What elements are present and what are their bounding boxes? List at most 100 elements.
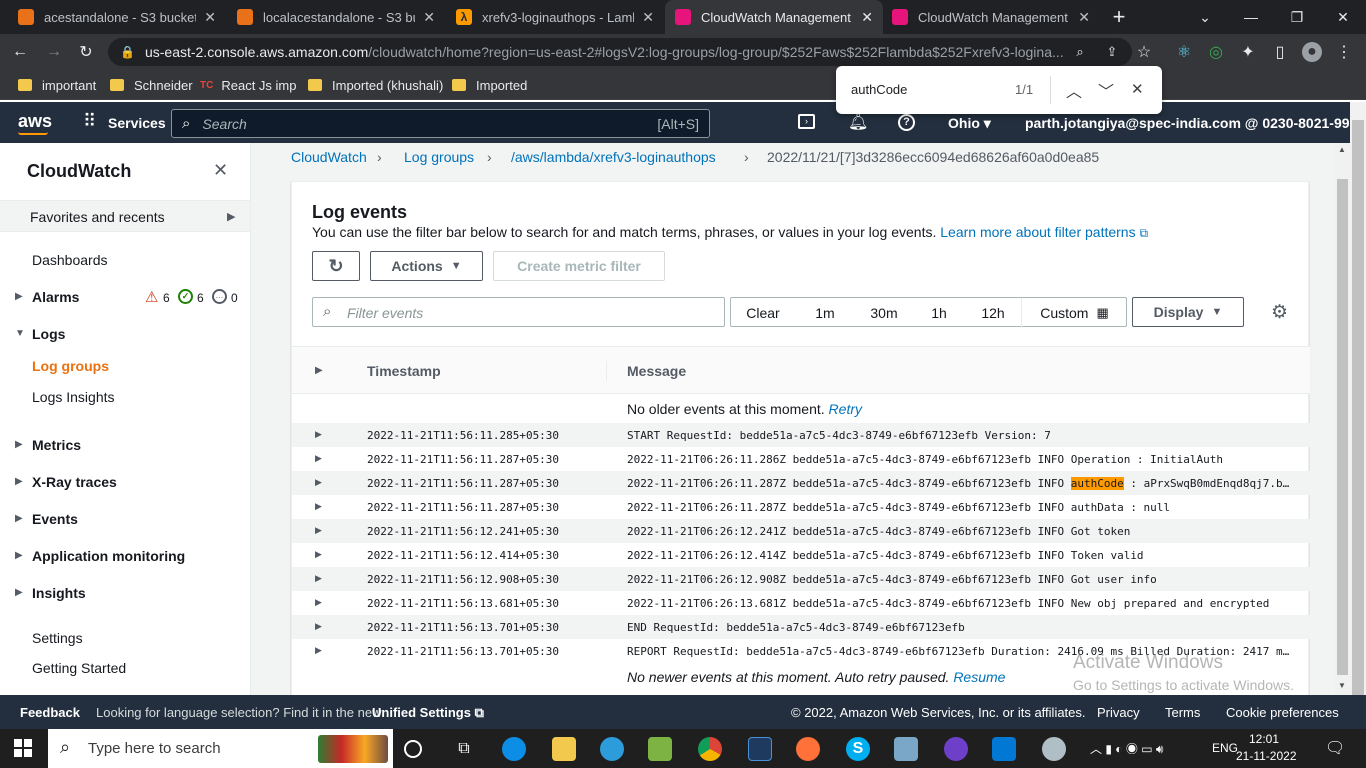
caret-right-icon[interactable]: ▶ — [15, 439, 23, 450]
skype-icon[interactable]: S — [846, 737, 870, 761]
expand-row-icon[interactable]: ▶ — [315, 597, 322, 608]
services-menu[interactable]: Services — [108, 115, 166, 131]
caret-right-icon[interactable]: ▶ — [15, 476, 23, 487]
page-scrollbar[interactable] — [1350, 102, 1366, 729]
tab-search-icon[interactable]: ⌄ — [1182, 0, 1228, 34]
task-view-icon[interactable]: ⧉ — [452, 737, 476, 761]
notifications-icon[interactable]: 🗨︎ — [1325, 738, 1345, 758]
sidebar-item-log-groups[interactable]: Log groups — [32, 358, 109, 374]
sidebar-item-alarms[interactable]: Alarms — [32, 289, 79, 305]
edge-icon[interactable] — [502, 737, 526, 761]
close-tab-icon[interactable]: ✕ — [204, 9, 216, 26]
extension-icon[interactable]: ◎ — [1206, 42, 1226, 62]
clock-date[interactable]: 21-11-2022 — [1236, 749, 1297, 763]
caret-right-icon[interactable]: ▶ — [15, 587, 23, 598]
sidebar-item-events[interactable]: Events — [32, 511, 78, 527]
sidebar-favorites[interactable]: Favorites and recents ▶ — [0, 200, 250, 232]
sidebar-item-settings[interactable]: Settings — [32, 630, 83, 646]
sidebar-item-logs-insights[interactable]: Logs Insights — [32, 389, 115, 405]
vscode-icon[interactable] — [992, 737, 1016, 761]
chrome-menu-icon[interactable]: ⋮ — [1334, 42, 1354, 62]
time-30m-button[interactable]: 30m — [855, 298, 913, 328]
actions-button[interactable]: Actions ▼ — [370, 251, 483, 281]
table-row[interactable]: ▶ 2022-11-21T11:56:12.414+05:30 2022-11-21… — [292, 543, 1310, 567]
breadcrumb-log-group[interactable]: /aws/lambda/xrefv3-loginauthops — [511, 149, 716, 165]
bookmark-folder[interactable]: Imported — [452, 76, 527, 94]
cloudshell-icon[interactable]: › — [798, 114, 815, 129]
expand-row-icon[interactable]: ▶ — [315, 453, 322, 464]
close-sidebar-icon[interactable]: ✕ — [213, 160, 228, 181]
browser-tab[interactable]: localacestandalone - S3 buck✕ — [227, 0, 445, 34]
expand-row-icon[interactable]: ▶ — [315, 573, 322, 584]
display-button[interactable]: Display ▼ — [1132, 297, 1244, 327]
expand-row-icon[interactable]: ▶ — [315, 477, 322, 488]
chrome-icon[interactable] — [698, 737, 722, 761]
github-desktop-icon[interactable] — [944, 737, 968, 761]
minimize-icon[interactable]: — — [1228, 0, 1274, 34]
expand-row-icon[interactable]: ▶ — [315, 429, 322, 440]
privacy-link[interactable]: Privacy — [1097, 705, 1140, 720]
breadcrumb-log-groups[interactable]: Log groups — [404, 149, 474, 165]
notepad-icon[interactable] — [648, 737, 672, 761]
aws-logo[interactable]: aws — [18, 111, 52, 132]
filter-events-input[interactable]: ⌕ Filter events — [312, 297, 725, 327]
table-row[interactable]: ▶ 2022-11-21T11:56:11.287+05:30 2022-11-21… — [292, 495, 1310, 519]
scroll-thumb[interactable] — [1352, 120, 1364, 710]
caret-right-icon[interactable]: ▶ — [15, 550, 23, 561]
cookie-preferences-link[interactable]: Cookie preferences — [1226, 705, 1339, 720]
expand-row-icon[interactable]: ▶ — [315, 525, 322, 536]
close-tab-icon[interactable]: ✕ — [423, 9, 435, 26]
bookmark-folder[interactable]: important — [18, 76, 96, 94]
region-selector[interactable]: Ohio ▾ — [948, 115, 991, 132]
create-metric-filter-button[interactable]: Create metric filter — [493, 251, 665, 281]
sidebar-item-xray[interactable]: X-Ray traces — [32, 474, 117, 490]
resume-link[interactable]: Resume — [953, 669, 1005, 685]
outlook-icon[interactable] — [600, 737, 624, 761]
table-row[interactable]: ▶ 2022-11-21T11:56:13.681+05:30 2022-11-21… — [292, 591, 1310, 615]
table-row[interactable]: ▶ 2022-11-21T11:56:11.287+05:30 2022-11-21… — [292, 471, 1310, 495]
restore-icon[interactable]: ❐ — [1274, 0, 1320, 34]
side-panel-icon[interactable]: ▯ — [1270, 42, 1290, 62]
file-explorer-icon[interactable] — [552, 737, 576, 761]
refresh-button[interactable]: ↻ — [312, 251, 360, 281]
system-tray[interactable]: ︿ ▮ ◐ ◉ ▭ 🔊︎ — [1090, 740, 1163, 757]
find-prev-icon[interactable]: ︿ — [1066, 78, 1082, 102]
back-icon[interactable]: ← — [10, 42, 30, 62]
time-clear-button[interactable]: Clear — [731, 298, 795, 328]
learn-more-link[interactable]: Learn more about filter patterns — [940, 224, 1135, 240]
column-header-message[interactable]: Message — [627, 363, 686, 379]
find-input[interactable]: authCode — [851, 82, 907, 97]
aws-search-input[interactable]: ⌕ Search [Alt+S] — [171, 109, 710, 138]
reload-icon[interactable]: ↻ — [76, 42, 96, 62]
zoom-icon[interactable]: ⌕ — [1070, 42, 1090, 62]
account-menu[interactable]: parth.jotangiya@spec-india.com @ 0230-80… — [1025, 115, 1366, 132]
bookmark-folder[interactable]: Schneider — [110, 76, 193, 94]
app-icon[interactable] — [748, 737, 772, 761]
window-close-icon[interactable]: ✕ — [1320, 0, 1366, 34]
bookmark-star-icon[interactable]: ☆ — [1134, 42, 1154, 62]
browser-tab-active[interactable]: CloudWatch Management Co✕ — [665, 0, 883, 34]
caret-right-icon[interactable]: ▶ — [15, 291, 23, 302]
expand-row-icon[interactable]: ▶ — [315, 549, 322, 560]
time-1m-button[interactable]: 1m — [795, 298, 855, 328]
close-tab-icon[interactable]: ✕ — [1078, 9, 1090, 26]
time-custom-button[interactable]: Custom ▦ — [1021, 298, 1127, 328]
input-language[interactable]: ENG — [1212, 741, 1238, 755]
bookmark-link[interactable]: TC React Js imp — [200, 76, 296, 94]
table-row[interactable]: ▶ 2022-11-21T11:56:11.287+05:30 2022-11-21… — [292, 447, 1310, 471]
find-close-icon[interactable]: ✕ — [1131, 80, 1144, 98]
table-row[interactable]: ▶ 2022-11-21T11:56:12.908+05:30 2022-11-21… — [292, 567, 1310, 591]
windows-start-icon[interactable] — [14, 739, 32, 757]
clock-time[interactable]: 12:01 — [1249, 732, 1279, 746]
find-next-icon[interactable]: ﹀ — [1098, 78, 1114, 102]
notifications-bell-icon[interactable]: 🔔︎ — [848, 112, 868, 132]
retry-link[interactable]: Retry — [829, 401, 862, 417]
caret-right-icon[interactable]: ▶ — [15, 513, 23, 524]
profile-avatar-icon[interactable]: ● — [1302, 42, 1322, 62]
sidebar-item-insights[interactable]: Insights — [32, 585, 86, 601]
column-header-timestamp[interactable]: Timestamp — [367, 363, 441, 379]
scroll-up-icon[interactable]: ▲ — [1338, 145, 1346, 154]
address-bar[interactable]: 🔒 us-east-2.console.aws.amazon.com/cloud… — [108, 38, 1132, 66]
close-tab-icon[interactable]: ✕ — [861, 9, 873, 26]
share-icon[interactable]: ⇪ — [1102, 42, 1122, 62]
